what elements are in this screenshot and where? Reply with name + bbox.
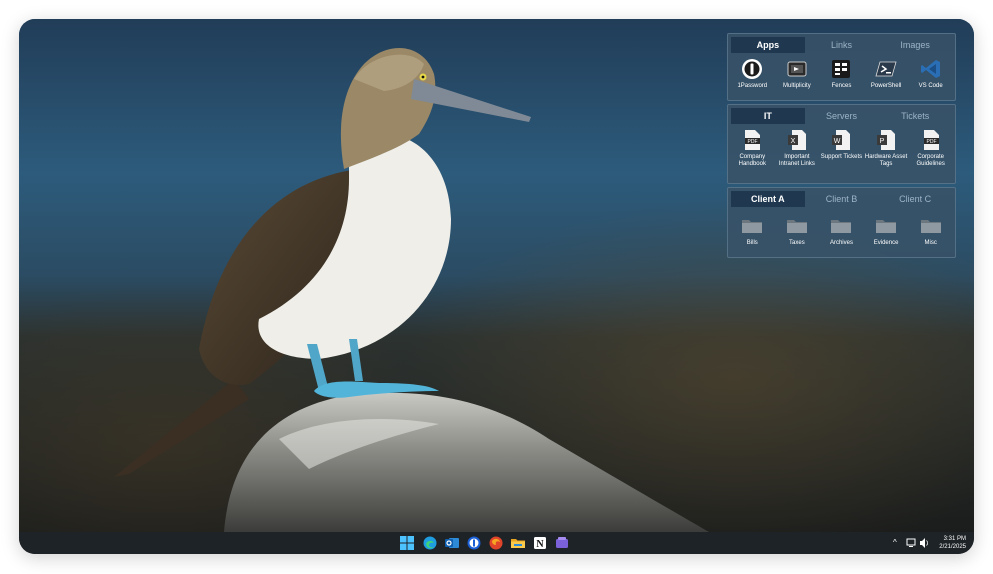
folder-icon xyxy=(919,214,943,238)
teams-icon[interactable] xyxy=(555,536,569,550)
fence-clients[interactable]: Client A Client B Client C Bills Taxes A… xyxy=(727,187,956,258)
desktop-screen: Apps Links Images 1Password Multiplicity xyxy=(19,19,974,554)
tab-apps[interactable]: Apps xyxy=(731,37,805,53)
svg-text:W: W xyxy=(834,138,841,145)
shortcut-intranet-links[interactable]: X Important Intranet Links xyxy=(775,128,820,168)
fence-items: 1Password Multiplicity Fences PowerShell xyxy=(728,53,955,90)
fence-it[interactable]: IT Servers Tickets PDF Company Handbook … xyxy=(727,104,956,184)
tab-images[interactable]: Images xyxy=(878,37,952,53)
shortcut-powershell[interactable]: PowerShell xyxy=(864,57,909,90)
shortcut-label: Fences xyxy=(831,83,852,89)
folder-label: Misc xyxy=(924,240,937,246)
folder-taxes[interactable]: Taxes xyxy=(775,214,820,247)
windows-start-icon[interactable] xyxy=(400,536,414,550)
shortcut-support-tickets[interactable]: W Support Tickets xyxy=(819,128,864,168)
shortcut-fences[interactable]: Fences xyxy=(819,57,864,90)
folder-label: Bills xyxy=(746,240,758,246)
svg-text:P: P xyxy=(880,138,885,145)
svg-text:X: X xyxy=(791,138,796,145)
tab-it[interactable]: IT xyxy=(731,108,805,124)
fence-items: PDF Company Handbook X Important Intrane… xyxy=(728,124,955,168)
fence-tabs: IT Servers Tickets xyxy=(731,108,952,124)
shortcut-label: Important Intranet Links xyxy=(778,154,815,167)
taskbar: N ^ 3:31 PM 2/21/2025 xyxy=(19,532,974,554)
folder-icon xyxy=(740,214,764,238)
show-hidden-icons-icon[interactable]: ^ xyxy=(893,532,897,554)
shortcut-label: Corporate Guidelines xyxy=(916,154,945,167)
folder-icon xyxy=(874,214,898,238)
folder-label: Taxes xyxy=(789,240,805,246)
folder-evidence[interactable]: Evidence xyxy=(864,214,909,247)
shortcut-label: Company Handbook xyxy=(738,154,766,167)
shortcut-label: Support Tickets xyxy=(820,154,863,160)
shortcut-hardware-asset-tags[interactable]: P Hardware Asset Tags xyxy=(864,128,909,168)
clock-date: 2/21/2025 xyxy=(939,544,966,550)
powershell-icon xyxy=(874,57,898,81)
shortcut-label: Multiplicity xyxy=(783,83,811,89)
clock-time: 3:31 PM xyxy=(943,536,966,542)
shortcut-company-handbook[interactable]: PDF Company Handbook xyxy=(730,128,775,168)
shortcut-label: VS Code xyxy=(918,83,943,89)
onepassword-icon xyxy=(740,57,764,81)
system-clock[interactable]: 3:31 PM 2/21/2025 xyxy=(939,535,966,551)
tab-client-c[interactable]: Client C xyxy=(878,191,952,207)
powerpoint-icon: P xyxy=(874,128,898,152)
folder-bills[interactable]: Bills xyxy=(730,214,775,247)
shortcut-1password[interactable]: 1Password xyxy=(730,57,775,90)
onepassword-icon[interactable] xyxy=(467,536,481,550)
network-icon[interactable] xyxy=(906,532,916,554)
tab-tickets[interactable]: Tickets xyxy=(878,108,952,124)
shortcut-label: 1Password xyxy=(737,83,768,89)
fences-icon xyxy=(829,57,853,81)
folder-misc[interactable]: Misc xyxy=(908,214,953,247)
tab-links[interactable]: Links xyxy=(805,37,879,53)
shortcut-label: Hardware Asset Tags xyxy=(864,154,908,167)
multiplicity-icon xyxy=(785,57,809,81)
folder-label: Evidence xyxy=(873,240,899,246)
shortcut-corporate-guidelines[interactable]: PDF Corporate Guidelines xyxy=(908,128,953,168)
file-explorer-icon[interactable] xyxy=(511,536,525,550)
fence-tabs: Apps Links Images xyxy=(731,37,952,53)
folder-archives[interactable]: Archives xyxy=(819,214,864,247)
notion-icon[interactable]: N xyxy=(533,536,547,550)
volume-icon[interactable] xyxy=(919,532,929,554)
tab-servers[interactable]: Servers xyxy=(805,108,879,124)
tab-client-b[interactable]: Client B xyxy=(805,191,879,207)
pdf-icon: PDF xyxy=(919,128,943,152)
shortcut-multiplicity[interactable]: Multiplicity xyxy=(775,57,820,90)
tab-client-a[interactable]: Client A xyxy=(731,191,805,207)
fence-apps[interactable]: Apps Links Images 1Password Multiplicity xyxy=(727,33,956,101)
svg-text:N: N xyxy=(536,539,544,550)
shortcut-label: PowerShell xyxy=(870,83,902,89)
svg-text:PDF: PDF xyxy=(926,139,936,145)
fence-tabs: Client A Client B Client C xyxy=(731,191,952,207)
folder-icon xyxy=(829,214,853,238)
vscode-icon xyxy=(919,57,943,81)
shortcut-vscode[interactable]: VS Code xyxy=(908,57,953,90)
edge-icon[interactable] xyxy=(423,536,437,550)
pdf-icon: PDF xyxy=(740,128,764,152)
outlook-icon[interactable] xyxy=(445,536,459,550)
browser-red-icon[interactable] xyxy=(489,536,503,550)
folder-icon xyxy=(785,214,809,238)
svg-text:PDF: PDF xyxy=(748,139,758,145)
word-icon: W xyxy=(829,128,853,152)
excel-icon: X xyxy=(785,128,809,152)
fence-items: Bills Taxes Archives Evidence Misc xyxy=(728,207,955,247)
folder-label: Archives xyxy=(829,240,853,246)
